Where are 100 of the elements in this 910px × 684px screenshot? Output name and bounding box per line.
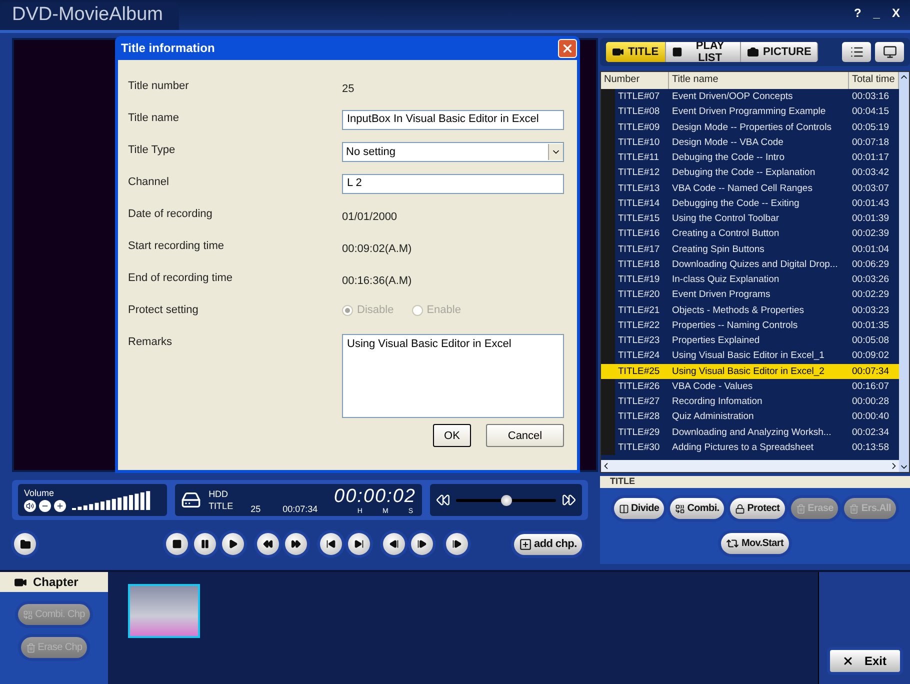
tab[interactable]: TITLE: [606, 42, 666, 62]
next-icon: [354, 539, 364, 549]
monitor-button[interactable]: [875, 42, 904, 62]
table-cell-text: Design Mode -- Properties of Controls: [671, 120, 832, 134]
table-cell-text: Creating a Control Button: [671, 227, 780, 242]
lock-icon: [735, 504, 746, 514]
table-row[interactable]: TITLE#17 Creating Spin Buttons 00:01:04: [601, 242, 899, 257]
table-cell-text: 00:03:42: [851, 166, 890, 180]
source-label: HDD: [208, 489, 230, 499]
tab[interactable]: PICTURE: [741, 42, 818, 62]
table-cell-text: TITLE#11: [617, 151, 660, 165]
list-button[interactable]: [842, 42, 872, 62]
previous-button[interactable]: [320, 533, 342, 555]
volume-up-button[interactable]: [54, 500, 66, 512]
table-cell-text: 00:03:07: [851, 182, 890, 196]
rewind-button[interactable]: [257, 533, 279, 555]
folder-button[interactable]: [14, 533, 36, 555]
video-camera-icon: [612, 46, 624, 58]
title-action-button[interactable]: Combi.: [670, 498, 724, 519]
horizontal-scrollbar[interactable]: [601, 460, 899, 472]
table-cell-text: TITLE#21: [617, 304, 661, 318]
play-icon: [228, 539, 238, 549]
dialog-button[interactable]: OK: [433, 424, 471, 447]
step-forward-icon: [417, 539, 427, 549]
table-row[interactable]: TITLE#08 Event Driven Programming Example 00:04:15: [601, 104, 899, 120]
window-control[interactable]: _: [873, 6, 880, 20]
move-start-button[interactable]: Mov.Start: [721, 533, 789, 554]
title-action-button[interactable]: Protect: [730, 498, 785, 519]
table-row[interactable]: TITLE#07 Event Driven/OOP Concepts 00:03:16: [601, 89, 899, 104]
table-cell-text: TITLE#24: [617, 349, 661, 364]
table-row[interactable]: TITLE#29 Downloading and Analyzing Worksh... 00:02:34: [601, 424, 899, 440]
table-row[interactable]: TITLE#28 Quiz Administration 00:00:40: [601, 409, 899, 424]
exit-button[interactable]: Exit: [830, 650, 900, 672]
mute-button[interactable]: [24, 500, 36, 512]
table-cell-text: Event Driven Programs: [671, 288, 772, 302]
close-icon: [842, 655, 854, 667]
table-row[interactable]: TITLE#16 Creating a Control Button 00:02:39: [601, 226, 899, 242]
remarks-field[interactable]: Using Visual Basic Editor in Excel: [342, 334, 564, 418]
table-row[interactable]: TITLE#09 Design Mode -- Properties of Controls 00:05:19: [601, 120, 899, 135]
close-icon: [561, 42, 574, 54]
table-cell-text: Debuging the Code -- Explanation: [671, 166, 816, 180]
dialog-button[interactable]: Cancel: [486, 424, 564, 447]
vertical-scrollbar[interactable]: [899, 72, 909, 472]
table-row[interactable]: TITLE#11 Debuging the Code -- Intro 00:01:17: [601, 150, 899, 166]
column-header: Title name: [669, 72, 849, 89]
table-cell-text: 00:03:16: [851, 90, 890, 104]
table-cell-text: 00:03:26: [851, 273, 890, 287]
table-row[interactable]: TITLE#12 Debuging the Code -- Explanation 00:03:42: [601, 165, 899, 180]
table-row[interactable]: TITLE#26 VBA Code - Values 00:16:07: [601, 378, 899, 394]
window-control[interactable]: X: [892, 6, 900, 20]
seek-forward-icon[interactable]: [562, 493, 576, 507]
table-cell-text: TITLE#27: [617, 395, 661, 409]
table-row[interactable]: TITLE#19 In-class Quiz Explanation 00:03:26: [601, 272, 899, 288]
step-back-button[interactable]: [383, 533, 405, 555]
table-cell-text: TITLE#22: [617, 318, 661, 333]
table-cell-text: Using Visual Basic Editor in Excel_2: [671, 364, 826, 378]
field-value: 00:16:36(A.M): [342, 274, 412, 287]
table-cell-text: TITLE#09: [617, 120, 661, 134]
title-action-button[interactable]: Divide: [614, 498, 664, 519]
input-field[interactable]: L 2: [342, 174, 564, 194]
stop-button[interactable]: [166, 533, 188, 555]
fast-forward-button[interactable]: [285, 533, 307, 555]
table-cell-text: Event Driven Programming Example: [671, 105, 827, 120]
table-cell-text: 00:02:34: [851, 426, 890, 440]
table-row[interactable]: TITLE#10 Design Mode -- VBA Code 00:07:18: [601, 134, 899, 150]
table-row[interactable]: TITLE#18 Downloading Quizes and Digital Drop... 00:06:29: [601, 256, 899, 272]
table-row[interactable]: TITLE#14 Debugging the Code -- Exiting 00:01:43: [601, 196, 899, 211]
step-forward-button[interactable]: [411, 533, 433, 555]
table-row[interactable]: TITLE#20 Event Driven Programs 00:02:29: [601, 287, 899, 302]
table-cell-text: Properties Explained: [671, 334, 761, 348]
table-cell-text: VBA Code - Values: [671, 380, 754, 394]
table-row[interactable]: TITLE#27 Recording Infomation 00:00:28: [601, 394, 899, 410]
table-row[interactable]: TITLE#30 Adding Pictures to a Spreadsheet 00:13:58: [601, 440, 899, 455]
field-label: Remarks: [128, 335, 172, 348]
table-row[interactable]: TITLE#23 Properties Explained 00:05:08: [601, 333, 899, 348]
slow-play-button[interactable]: [446, 533, 468, 555]
seek-back-icon[interactable]: [436, 493, 450, 507]
table-row[interactable]: TITLE#13 VBA Code -- Named Cell Ranges 00:03:07: [601, 180, 899, 196]
play-button[interactable]: [222, 533, 244, 555]
columns-icon: [618, 504, 629, 514]
table-cell-text: Event Driven/OOP Concepts: [671, 90, 794, 104]
table-row[interactable]: TITLE#24 Using Visual Basic Editor in Excel_1 00:09:02: [601, 348, 899, 364]
table-cell-text: Properties -- Naming Controls: [671, 318, 799, 333]
table-row[interactable]: TITLE#15 Using the Control Toolbar 00:01:39: [601, 211, 899, 226]
input-field[interactable]: InputBox In Visual Basic Editor in Excel: [342, 110, 564, 130]
list-icon: [850, 45, 864, 59]
table-row[interactable]: TITLE#22 Properties -- Naming Controls 00:01:35: [601, 318, 899, 333]
speaker-icon: [26, 502, 34, 510]
add-chapter-button[interactable]: add chp.: [514, 534, 582, 554]
window-control[interactable]: ?: [854, 6, 862, 20]
next-button[interactable]: [348, 533, 370, 555]
table-row[interactable]: TITLE#21 Objects - Methods & Properties 00:03:23: [601, 302, 899, 318]
table-cell-text: VBA Code -- Named Cell Ranges: [671, 182, 814, 196]
dropdown[interactable]: No setting: [342, 142, 564, 162]
chapter-thumbnail[interactable]: [128, 584, 200, 638]
table-cell-text: 00:02:39: [851, 227, 890, 242]
volume-down-button[interactable]: [39, 500, 51, 512]
close-button[interactable]: [558, 38, 577, 58]
field-label: Title number: [128, 79, 189, 92]
pause-button[interactable]: [194, 533, 216, 555]
